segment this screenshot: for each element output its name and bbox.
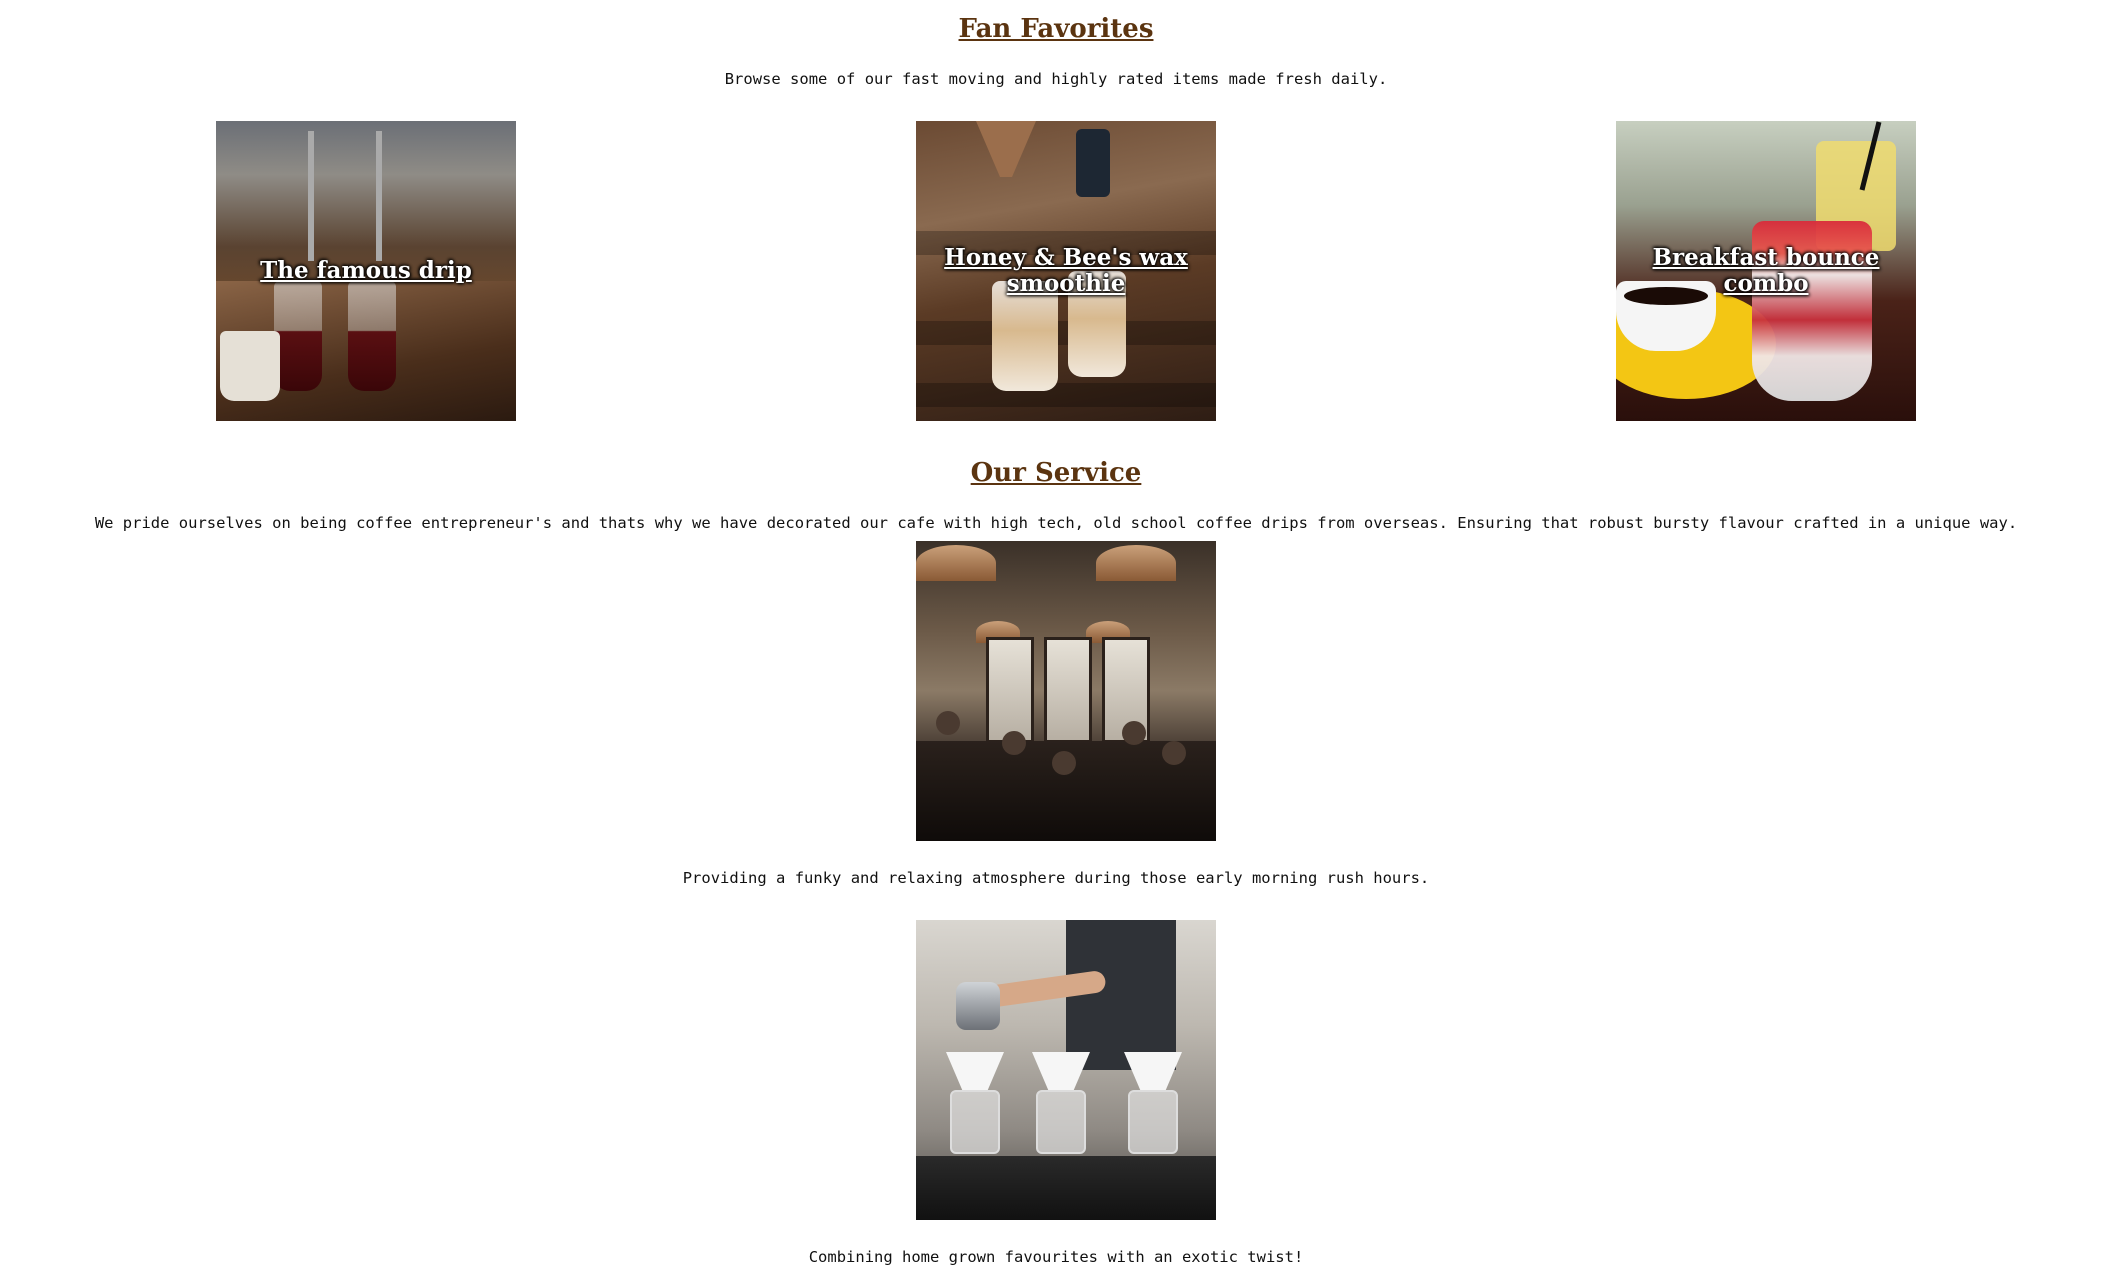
famous-drip-label: The famous drip [260, 257, 472, 284]
smoothie-label: Honey & Bee's wax smoothie [944, 244, 1188, 297]
cafe-interior-photo [916, 541, 1216, 841]
our-service-intro: We pride ourselves on being coffee entre… [94, 514, 2018, 532]
favorite-card-breakfast[interactable]: Breakfast bounce combo [1616, 121, 1916, 421]
pour-over-photo [916, 920, 1216, 1220]
exotic-twist-caption: Combining home grown favourites with an … [808, 1248, 1304, 1266]
fan-favorites-intro: Browse some of our fast moving and highl… [724, 70, 1388, 88]
breakfast-label: Breakfast bounce combo [1652, 244, 1880, 297]
our-service-heading: Our Service [970, 458, 1142, 488]
fan-favorites-heading: Fan Favorites [958, 14, 1154, 44]
atmosphere-caption: Providing a funky and relaxing atmospher… [682, 869, 1430, 887]
favorite-card-famous-drip[interactable]: The famous drip [216, 121, 516, 421]
favorite-card-smoothie[interactable]: Honey & Bee's wax smoothie [916, 121, 1216, 421]
